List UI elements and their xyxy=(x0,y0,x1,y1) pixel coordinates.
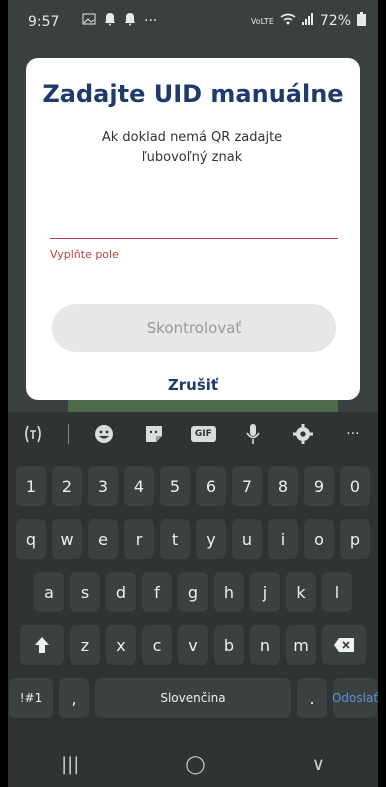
key-h[interactable]: h xyxy=(214,572,244,612)
key-d[interactable]: d xyxy=(106,572,136,612)
key-u[interactable]: u xyxy=(232,519,262,559)
input-error-text: Vyplňte pole xyxy=(50,248,119,261)
key-p[interactable]: p xyxy=(340,519,370,559)
key-t[interactable]: t xyxy=(160,519,190,559)
number-row: 1 2 3 4 5 6 7 8 9 0 xyxy=(8,466,378,506)
comma-key[interactable]: , xyxy=(59,678,89,718)
phone-screen: 9:57 ··· VoLTE 72% Zadajte UID manuálne … xyxy=(8,0,378,787)
battery-icon xyxy=(357,12,366,30)
key-z[interactable]: z xyxy=(70,625,100,665)
key-q[interactable]: q xyxy=(16,519,46,559)
letter-row-2: a s d f g h j k l xyxy=(8,572,378,612)
status-right: VoLTE 72% xyxy=(251,12,366,30)
gif-icon[interactable]: GIF xyxy=(188,419,218,449)
key-y[interactable]: y xyxy=(196,519,226,559)
status-notification-icons: ··· xyxy=(82,12,157,30)
letter-row-1: q w e r t y u i o p xyxy=(8,519,378,559)
key-b[interactable]: b xyxy=(214,625,244,665)
key-c[interactable]: c xyxy=(142,625,172,665)
key-x[interactable]: x xyxy=(106,625,136,665)
status-bar: 9:57 ··· VoLTE 72% xyxy=(8,0,378,44)
backspace-key[interactable] xyxy=(322,625,366,665)
navigation-bar: ||| ◯ ∨ xyxy=(8,742,378,787)
key-e[interactable]: e xyxy=(88,519,118,559)
key-7[interactable]: 7 xyxy=(232,466,262,506)
key-4[interactable]: 4 xyxy=(124,466,154,506)
signal-icon xyxy=(301,13,314,29)
emoji-icon[interactable] xyxy=(89,419,119,449)
key-m[interactable]: m xyxy=(286,625,316,665)
key-s[interactable]: s xyxy=(70,572,100,612)
translate-icon[interactable] xyxy=(18,419,48,449)
key-j[interactable]: j xyxy=(250,572,280,612)
backspace-icon xyxy=(334,638,354,652)
home-button[interactable]: ◯ xyxy=(185,754,205,775)
key-a[interactable]: a xyxy=(34,572,64,612)
back-button[interactable]: ∨ xyxy=(312,754,325,775)
space-key[interactable]: Slovenčina xyxy=(95,678,291,718)
keyboard: GIF ··· 1 2 3 4 5 6 7 8 9 0 q w e r t y … xyxy=(8,412,378,787)
key-5[interactable]: 5 xyxy=(160,466,190,506)
shift-key[interactable] xyxy=(20,625,64,665)
more-icon[interactable]: ··· xyxy=(338,419,368,449)
key-f[interactable]: f xyxy=(142,572,172,612)
key-k[interactable]: k xyxy=(286,572,316,612)
recent-apps-button[interactable]: ||| xyxy=(61,754,79,775)
gif-label: GIF xyxy=(190,426,216,442)
key-n[interactable]: n xyxy=(250,625,280,665)
key-6[interactable]: 6 xyxy=(196,466,226,506)
key-r[interactable]: r xyxy=(124,519,154,559)
sticker-icon[interactable] xyxy=(139,419,169,449)
dialog-title: Zadajte UID manuálne xyxy=(42,80,344,108)
uid-input[interactable] xyxy=(50,226,338,239)
wifi-icon xyxy=(280,13,296,29)
period-key[interactable]: . xyxy=(297,678,327,718)
key-g[interactable]: g xyxy=(178,572,208,612)
settings-icon[interactable] xyxy=(288,419,318,449)
send-key[interactable]: Odoslať xyxy=(332,678,378,718)
key-3[interactable]: 3 xyxy=(88,466,118,506)
bottom-row: !#1 , Slovenčina . Odoslať xyxy=(8,678,378,718)
volte-icon: VoLTE xyxy=(250,16,274,26)
letter-row-3: z x c v b n m xyxy=(8,625,378,665)
key-l[interactable]: l xyxy=(322,572,352,612)
key-o[interactable]: o xyxy=(304,519,334,559)
notification-bell-icon-2 xyxy=(124,12,136,30)
shift-arrow-icon xyxy=(35,637,49,653)
key-8[interactable]: 8 xyxy=(268,466,298,506)
key-0[interactable]: 0 xyxy=(340,466,370,506)
symbols-key[interactable]: !#1 xyxy=(9,678,53,718)
microphone-icon[interactable] xyxy=(238,419,268,449)
more-dots-icon: ··· xyxy=(144,13,158,29)
status-time: 9:57 xyxy=(28,14,60,30)
keyboard-toolbar: GIF ··· xyxy=(8,412,378,456)
notification-bell-icon xyxy=(104,12,116,30)
key-1[interactable]: 1 xyxy=(16,466,46,506)
key-w[interactable]: w xyxy=(52,519,82,559)
key-2[interactable]: 2 xyxy=(52,466,82,506)
battery-percent: 72% xyxy=(319,13,351,29)
toolbar-separator xyxy=(67,424,69,444)
image-icon xyxy=(82,12,96,30)
manual-uid-dialog: Zadajte UID manuálne Ak doklad nemá QR z… xyxy=(26,58,360,400)
dialog-subtitle: Ak doklad nemá QR zadajte ľubovoľný znak xyxy=(101,130,283,165)
key-i[interactable]: i xyxy=(268,519,298,559)
cancel-button[interactable]: Zrušiť xyxy=(26,376,360,394)
check-button[interactable]: Skontrolovať xyxy=(52,304,336,352)
key-9[interactable]: 9 xyxy=(304,466,334,506)
key-v[interactable]: v xyxy=(178,625,208,665)
